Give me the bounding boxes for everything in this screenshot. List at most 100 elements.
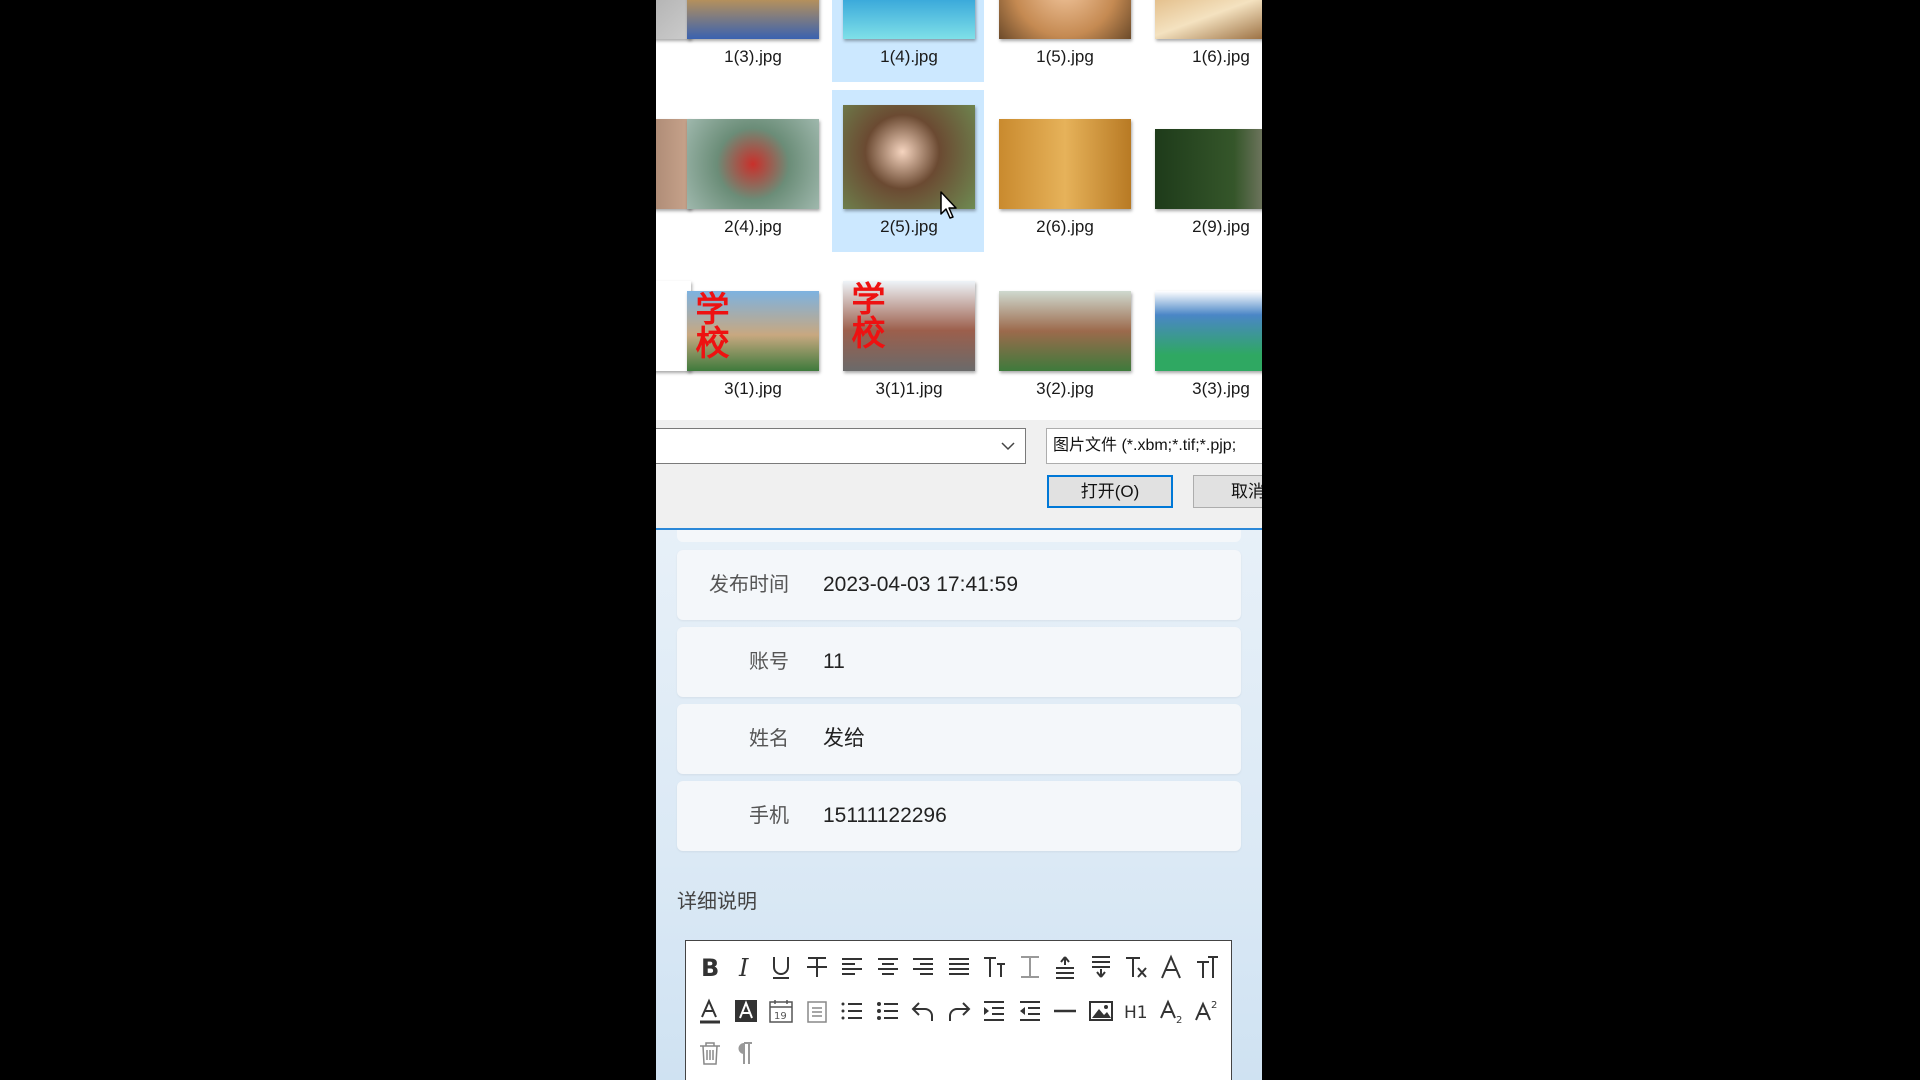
form-row-phone: 手机 15111122296 [677,781,1241,851]
form-row-partial [677,530,1241,542]
font-family-icon [1160,954,1181,979]
file-thumbnail-area [677,0,829,39]
name-label: 姓名 [749,728,789,750]
background-color-icon[interactable] [731,995,761,1027]
file-name-label: 3(3).jpg [1192,379,1250,398]
file-name-label: 2(5).jpg [880,217,938,236]
phone-label: 手机 [749,805,789,827]
paste-plain-icon [806,1001,827,1023]
font-color-icon[interactable] [695,995,725,1027]
file-tile[interactable]: 2(5).jpg [832,90,984,252]
svg-text:B: B [701,954,719,980]
file-tile[interactable]: 2(6).jpg [988,90,1140,252]
thumbnail-overlay-text: 学校 [845,281,885,349]
font-size-icon[interactable] [979,951,1009,983]
clear-format-icon[interactable] [1121,951,1151,983]
paragraph-spacing-before-icon[interactable] [1050,951,1080,983]
file-tile[interactable]: 1(6).jpg [1144,0,1262,82]
paragraph-mark-icon[interactable] [730,1037,760,1069]
svg-text:2: 2 [1176,1015,1182,1024]
background-color-icon [734,1000,757,1022]
align-center-icon[interactable] [873,951,903,983]
indent-icon[interactable] [979,995,1009,1027]
publish-time-value[interactable]: 2023-04-03 17:41:59 [823,550,1018,620]
delete-icon[interactable] [695,1037,725,1069]
undo-icon[interactable] [908,995,938,1027]
file-tile[interactable]: 学校 3(1)1.jpg [832,252,984,414]
subscript-icon: 2 [1159,999,1182,1024]
file-tile[interactable]: 1(5).jpg [988,0,1140,82]
undo-icon [911,1002,933,1021]
file-name-label: 1(6).jpg [1192,47,1250,66]
horizontal-rule-icon[interactable] [1050,995,1080,1027]
indent-icon [984,1001,1004,1021]
file-tile[interactable]: 3(3).jpg [1144,252,1262,414]
file-thumbnail-area: 学校 [677,253,829,371]
chevron-down-icon[interactable] [999,437,1017,455]
file-thumbnail-area [833,0,985,39]
file-thumbnail-area [1145,0,1262,39]
paragraph-spacing-before-icon [1056,956,1074,979]
svg-text:H1: H1 [1124,1003,1148,1023]
underline-icon [773,957,789,979]
file-tile[interactable]: 2(9).jpg [1144,90,1262,252]
file-tile[interactable]: 1(4).jpg [832,0,984,82]
file-thumbnail-area [1145,91,1262,209]
form-row-publish-time: 发布时间 2023-04-03 17:41:59 [677,550,1241,620]
align-right-icon[interactable] [908,951,938,983]
paste-plain-icon[interactable] [802,995,832,1027]
filename-combobox[interactable] [656,428,1026,464]
file-tile[interactable]: 学校 3(1).jpg [676,252,828,414]
paragraph-spacing-after-icon[interactable] [1086,951,1116,983]
align-center-icon [877,958,898,975]
text-transform-icon[interactable] [1192,951,1222,983]
file-name-label: 2(6).jpg [1036,217,1094,236]
file-name-label: 3(1).jpg [724,379,782,398]
file-tile[interactable]: 3(2).jpg [988,252,1140,414]
outdent-icon[interactable] [1015,995,1045,1027]
heading-icon: H1 [1124,1003,1148,1023]
name-value[interactable]: 发给 [823,704,865,774]
unordered-list-icon[interactable] [873,995,903,1027]
file-thumbnail-image [999,119,1131,209]
file-thumbnail-image: 学校 [843,281,975,371]
superscript-icon[interactable]: 2 [1192,995,1222,1027]
text-transform-icon [1197,956,1218,978]
phone-value[interactable]: 15111122296 [823,781,947,851]
file-name-label: 2(9).jpg [1192,217,1250,236]
file-thumbnail-image [687,119,819,209]
bold-icon[interactable]: B [695,951,725,983]
italic-icon[interactable]: I [731,951,761,983]
file-thumbnail-area [989,0,1141,39]
heading-icon[interactable]: H1 [1121,995,1151,1027]
ordered-list-icon[interactable] [837,995,867,1027]
file-open-dialog: 1(3).jpg 1(4).jpg 1(5).jpg 1(6).jpg 2(4).jpg… [656,0,1262,530]
file-thumbnail-area [989,253,1141,371]
mouse-cursor-icon [940,191,957,219]
align-left-icon[interactable] [837,951,867,983]
insert-date-icon[interactable]: 19 [766,995,796,1027]
subscript-icon[interactable]: 2 [1157,995,1187,1027]
file-name-label: 1(3).jpg [724,47,782,66]
insert-date-icon: 19 [769,1000,793,1023]
redo-icon[interactable] [944,995,974,1027]
line-height-icon[interactable] [1015,951,1045,983]
underline-icon[interactable] [766,951,796,983]
insert-image-icon[interactable] [1086,995,1116,1027]
rich-text-editor[interactable]: B I 19 H1 2 2 [685,940,1232,1080]
align-right-icon [913,958,933,975]
thumbnail-overlay-text: 学校 [689,291,729,359]
align-justify-icon[interactable] [944,951,974,983]
filetype-combobox[interactable]: 图片文件 (*.xbm;*.tif;*.pjp; [1046,428,1262,464]
paragraph-spacing-after-icon [1091,956,1110,978]
open-button[interactable]: 打开(O) [1047,475,1173,508]
file-tile[interactable]: 1(3).jpg [676,0,828,82]
file-tile[interactable]: 2(4).jpg [676,90,828,252]
file-thumbnail-image: 学校 [687,291,819,371]
unordered-list-icon [876,1002,898,1020]
account-value[interactable]: 11 [823,627,845,697]
svg-text:I: I [738,954,749,980]
strikethrough-icon[interactable] [802,951,832,983]
cancel-button[interactable]: 取消 [1193,475,1262,508]
font-family-icon[interactable] [1157,951,1187,983]
